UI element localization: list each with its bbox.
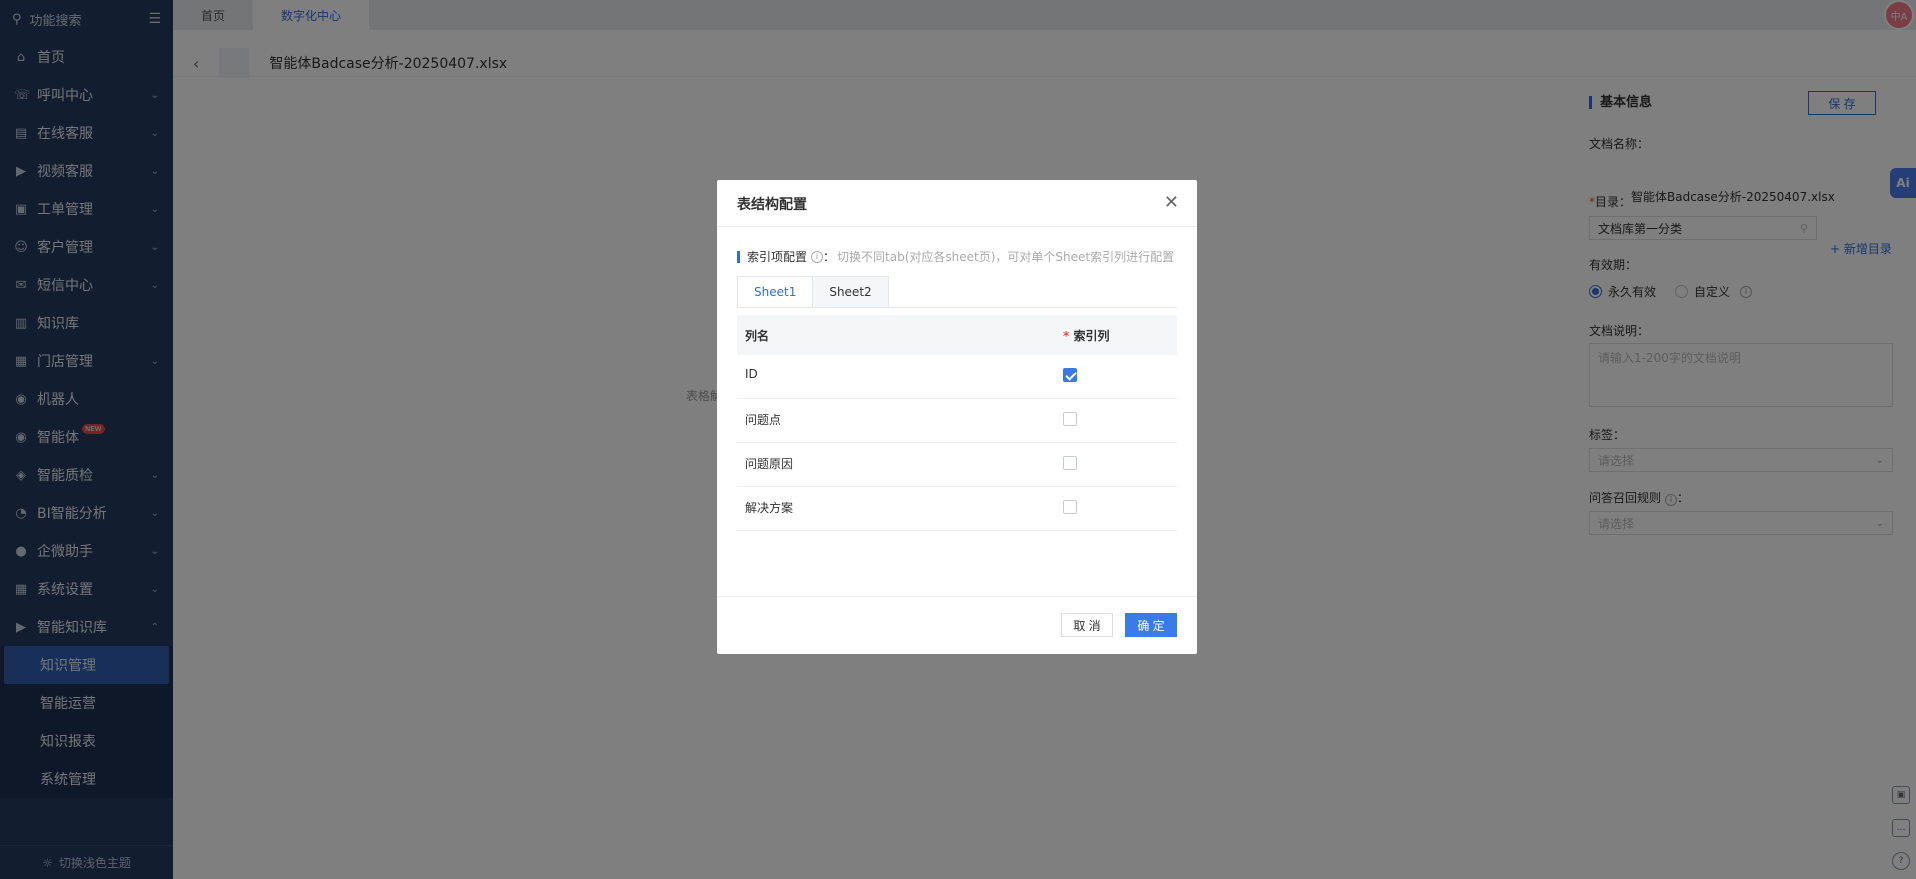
index-cell bbox=[1057, 456, 1177, 473]
table-header: 列名 * 索引列 bbox=[737, 315, 1177, 355]
index-column-header: * 索引列 bbox=[1057, 327, 1177, 344]
divider bbox=[717, 596, 1197, 597]
close-icon[interactable]: ✕ bbox=[1164, 192, 1179, 213]
cancel-button[interactable]: 取 消 bbox=[1061, 613, 1113, 637]
column-name: 解决方案 bbox=[745, 501, 794, 515]
index-config-hint: 切换不同tab(对应各sheet页)，可对单个Sheet索引列进行配置 bbox=[837, 250, 1175, 264]
info-icon[interactable]: i bbox=[811, 250, 824, 263]
index-checkbox[interactable] bbox=[1063, 412, 1077, 426]
tab-sheet2[interactable]: Sheet2 bbox=[813, 276, 889, 308]
confirm-button[interactable]: 确 定 bbox=[1125, 613, 1177, 637]
columns-table: 列名 * 索引列 ID 问题点问题原因解决方案 bbox=[737, 315, 1177, 531]
index-checkbox[interactable] bbox=[1063, 368, 1077, 382]
table-structure-dialog: 表结构配置 ✕ 索引项配置 i ： 切换不同tab(对应各sheet页)，可对单… bbox=[717, 180, 1197, 654]
column-name-header: 列名 bbox=[745, 328, 770, 343]
column-name: 问题原因 bbox=[745, 457, 794, 471]
table-row: 问题点 bbox=[737, 399, 1177, 443]
divider bbox=[737, 307, 1177, 308]
sheet-tabs: Sheet1 Sheet2 bbox=[737, 276, 889, 308]
index-config-label: 索引项配置 bbox=[747, 250, 808, 264]
tab-sheet1[interactable]: Sheet1 bbox=[737, 276, 814, 308]
column-name: 问题点 bbox=[745, 413, 782, 427]
index-checkbox[interactable] bbox=[1063, 456, 1077, 470]
index-cell bbox=[1057, 368, 1177, 385]
table-row: 问题原因 bbox=[737, 443, 1177, 487]
table-row: ID bbox=[737, 355, 1177, 399]
index-config-colon: ： bbox=[823, 250, 836, 264]
table-row: 解决方案 bbox=[737, 487, 1177, 531]
dialog-title: 表结构配置 bbox=[737, 197, 807, 213]
column-name: ID bbox=[745, 367, 758, 381]
index-checkbox[interactable] bbox=[1063, 500, 1077, 514]
index-column-header-label: 索引列 bbox=[1073, 328, 1110, 343]
index-config-row: 索引项配置 i ： 切换不同tab(对应各sheet页)，可对单个Sheet索引… bbox=[737, 248, 1174, 265]
accent-bar bbox=[737, 250, 740, 263]
index-cell bbox=[1057, 500, 1177, 517]
index-cell bbox=[1057, 412, 1177, 429]
divider bbox=[717, 226, 1197, 227]
required-mark: * bbox=[1063, 328, 1070, 343]
